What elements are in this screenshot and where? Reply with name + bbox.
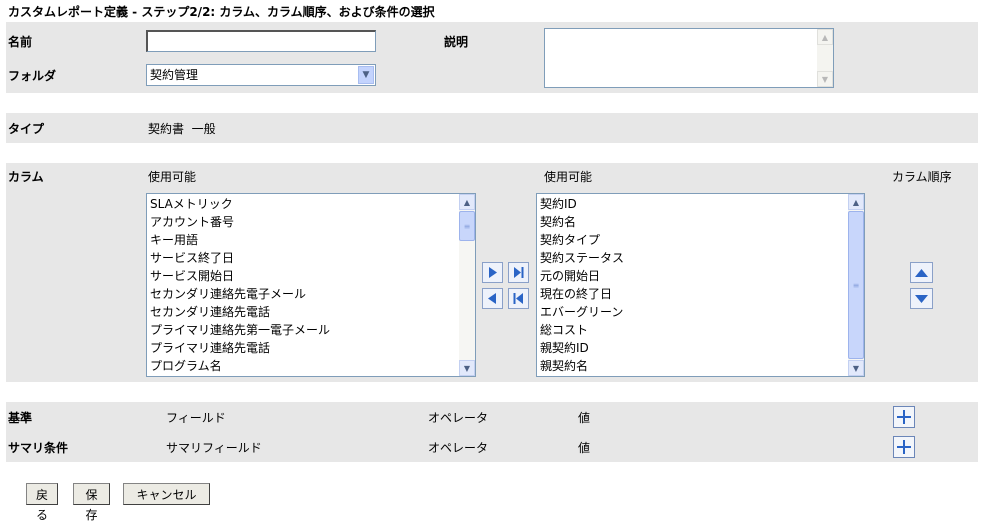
arrow-up-icon — [915, 268, 928, 277]
column-order-label: カラム順序 — [892, 170, 952, 184]
list-item[interactable]: 親契約ID — [540, 339, 864, 357]
selected-columns-list[interactable]: 契約ID 契約名 契約タイプ 契約ステータス 元の開始日 現在の終了日 エバーグ… — [536, 193, 865, 377]
name-input[interactable] — [146, 30, 376, 52]
description-scrollbar[interactable]: ▲ ▼ — [817, 29, 833, 87]
list-item[interactable]: 契約名 — [540, 213, 864, 231]
move-down-button[interactable] — [910, 288, 933, 309]
scroll-up-icon[interactable]: ▲ — [848, 194, 864, 210]
summary-field-header: サマリフィールド — [166, 441, 262, 455]
criteria-operator-header: オペレータ — [428, 411, 489, 425]
scroll-up-icon[interactable]: ▲ — [817, 29, 833, 45]
scroll-up-icon[interactable]: ▲ — [459, 194, 475, 210]
list-item[interactable]: プライマリ連絡先第一電子メール — [150, 321, 475, 339]
description-textarea[interactable]: ▲ ▼ — [544, 28, 834, 88]
available-columns-label: 使用可能 — [148, 170, 197, 184]
summary-operator-header: オペレータ — [428, 441, 489, 455]
scroll-down-icon[interactable]: ▼ — [817, 71, 833, 87]
folder-select-value: 契約管理 — [150, 68, 199, 82]
move-up-button[interactable] — [910, 262, 933, 283]
scroll-down-icon[interactable]: ▼ — [848, 360, 864, 376]
criteria-field-header: フィールド — [166, 411, 226, 425]
scroll-thumb[interactable]: ≡ — [848, 211, 864, 359]
arrow-left-end-icon — [513, 293, 523, 304]
available-list-scrollbar[interactable]: ▲ ≡ ▼ — [459, 194, 475, 376]
move-left-button[interactable] — [482, 288, 503, 309]
scroll-down-icon[interactable]: ▼ — [459, 360, 475, 376]
list-item[interactable]: プライマリ連絡先電話 — [150, 339, 475, 357]
add-summary-button[interactable] — [893, 436, 915, 458]
description-label: 説明 — [444, 35, 469, 49]
columns-label: カラム — [8, 170, 44, 184]
type-label: タイプ — [8, 122, 45, 136]
back-button[interactable]: 戻る — [26, 483, 58, 522]
arrow-down-icon — [915, 294, 928, 303]
type-value: 契約書 一般 — [148, 122, 216, 136]
arrow-right-icon — [489, 267, 497, 278]
list-item[interactable]: 総コスト — [540, 321, 864, 339]
list-item[interactable]: 契約ステータス — [540, 249, 864, 267]
plus-icon — [897, 410, 911, 424]
criteria-label: 基準 — [8, 411, 33, 425]
scroll-thumb[interactable]: ≡ — [459, 211, 475, 241]
selected-list-scrollbar[interactable]: ▲ ≡ ▼ — [848, 194, 864, 376]
arrow-right-end-icon — [514, 267, 524, 278]
criteria-value-header: 値 — [578, 411, 591, 425]
list-item[interactable]: 親契約名 — [540, 357, 864, 375]
name-label: 名前 — [8, 35, 33, 49]
list-item[interactable]: セカンダリ連絡先電子メール — [150, 285, 475, 303]
list-item[interactable]: 元の開始日 — [540, 267, 864, 285]
move-all-right-button[interactable] — [508, 262, 529, 283]
list-item[interactable]: サービス終了日 — [150, 249, 475, 267]
chevron-down-icon: ▼ — [358, 66, 374, 84]
list-item[interactable]: エバーグリーン — [540, 303, 864, 321]
list-item[interactable]: SLAメトリック — [150, 195, 475, 213]
move-right-button[interactable] — [482, 262, 503, 283]
list-item[interactable]: キー用語 — [150, 231, 475, 249]
available-columns-list[interactable]: SLAメトリック アカウント番号 キー用語 サービス終了日 サービス開始日 セカ… — [146, 193, 476, 377]
list-item[interactable]: セカンダリ連絡先電話 — [150, 303, 475, 321]
page-title: カスタムレポート定義 - ステップ2/2: カラム、カラム順序、および条件の選択 — [8, 5, 435, 19]
folder-select[interactable]: 契約管理 ▼ — [146, 64, 376, 86]
summary-value-header: 値 — [578, 441, 591, 455]
list-item[interactable]: 契約タイプ — [540, 231, 864, 249]
list-item[interactable]: プログラム名 — [150, 357, 475, 375]
arrow-left-icon — [488, 293, 496, 304]
summary-label: サマリ条件 — [8, 441, 69, 455]
selected-columns-label: 使用可能 — [544, 170, 593, 184]
list-item[interactable]: アカウント番号 — [150, 213, 475, 231]
add-criteria-button[interactable] — [893, 406, 915, 428]
list-item[interactable]: サービス開始日 — [150, 267, 475, 285]
move-all-left-button[interactable] — [508, 288, 529, 309]
criteria-section — [6, 402, 978, 462]
cancel-button[interactable]: キャンセル — [123, 483, 210, 505]
plus-icon — [897, 440, 911, 454]
list-item[interactable]: 現在の終了日 — [540, 285, 864, 303]
list-item[interactable]: 契約ID — [540, 195, 864, 213]
save-button[interactable]: 保存 — [73, 483, 110, 522]
folder-label: フォルダ — [8, 69, 57, 83]
